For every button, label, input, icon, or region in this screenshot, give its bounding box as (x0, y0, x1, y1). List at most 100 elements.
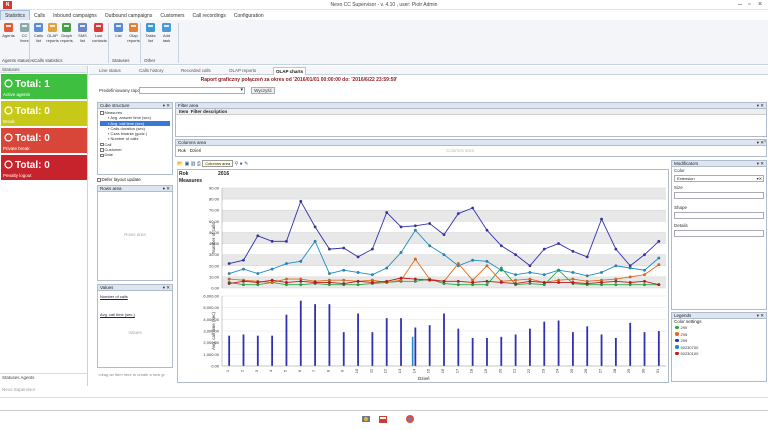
legend-swatch (675, 351, 679, 355)
panel-controls-icon[interactable]: ▾ ✕ (163, 285, 170, 291)
x-tick-label: 30 (641, 368, 646, 373)
data-point (399, 251, 403, 254)
tab-recorded-calls[interactable]: Recorded calls (179, 67, 213, 75)
data-point (356, 279, 360, 283)
details-input[interactable] (674, 230, 764, 237)
status-icon (4, 133, 13, 142)
maximize-icon[interactable]: ▫ (748, 0, 750, 10)
data-point (299, 259, 303, 263)
panel-controls-icon[interactable]: ▾ ✕ (163, 186, 170, 192)
add-task-button[interactable]: Add task (160, 22, 173, 43)
bar (414, 327, 417, 366)
value-field-number-of-calls[interactable]: Number of calls (99, 294, 128, 300)
y-tick-label: 80.00 (209, 197, 220, 202)
close-icon[interactable]: × (758, 0, 762, 10)
defer-layout-checkbox[interactable]: Defer layout update (97, 177, 141, 182)
nav-arrows-icon[interactable]: ‹ › ✕ (763, 134, 768, 145)
agents-button[interactable]: Agents (2, 22, 15, 39)
x-tick-label: 23 (540, 368, 545, 373)
list-button[interactable]: List (112, 22, 125, 39)
tasks-list-button[interactable]: Tasks list (144, 22, 157, 43)
rows-area-panel: Rows area ▾ ✕ Rows area (97, 185, 173, 281)
lost-contacts-button[interactable]: Lost contacts (92, 22, 107, 43)
data-point (614, 247, 618, 251)
x-tick-label: 29 (626, 368, 631, 373)
value-field-avg-call-time[interactable]: Avg. call time (sec.) (99, 312, 135, 318)
data-point (514, 278, 518, 282)
column-field-dzien[interactable]: Dzień (190, 148, 202, 153)
olap-reports-button[interactable]: Olap reports (127, 22, 140, 43)
taskbar-app-icon[interactable] (361, 414, 371, 424)
color-select[interactable]: Extension ▾✕ (674, 175, 764, 182)
data-point (313, 225, 317, 229)
status-tile[interactable]: Total: 1 Active agents (1, 74, 87, 99)
panel-controls-icon[interactable]: ▾ ✕ (757, 103, 764, 109)
graph-reports-button[interactable]: Graph reports (60, 22, 73, 43)
modificators-header: Modificators ▾ ✕ (672, 161, 766, 167)
x-tick-label: 11 (368, 368, 373, 373)
data-point (499, 244, 503, 248)
ribbon-separator (29, 23, 30, 63)
data-point (585, 255, 589, 259)
data-point (270, 278, 274, 282)
data-point (514, 273, 518, 277)
bar (629, 322, 632, 366)
data-point (270, 267, 274, 271)
panel-controls-icon[interactable]: ▾ ✕ (757, 161, 764, 167)
data-point (428, 244, 432, 248)
palette-icon[interactable]: ● (240, 161, 243, 167)
data-point (628, 266, 632, 270)
data-point (600, 217, 603, 221)
data-point (456, 279, 460, 283)
status-tile[interactable]: Total: 0 Private break (1, 128, 87, 153)
calls-list-icon (34, 23, 43, 32)
taskbar-chrome-icon[interactable] (405, 414, 415, 424)
bar (411, 336, 414, 366)
save-icon[interactable]: ▣ (185, 161, 190, 167)
tab-calls-history[interactable]: Calls history (137, 67, 166, 75)
data-point (499, 266, 503, 270)
data-point (628, 281, 632, 284)
menu-statistics[interactable]: Statistics (0, 10, 31, 20)
data-point (528, 264, 532, 268)
calls-list-button[interactable]: Calls list (32, 22, 45, 43)
olap-reports-button[interactable]: OLAP reports (46, 22, 59, 43)
data-point (471, 206, 475, 210)
sms-list-button[interactable]: SMS list (76, 22, 89, 43)
minimize-icon[interactable]: – (738, 0, 742, 10)
size-input[interactable] (674, 192, 764, 199)
brush-icon[interactable]: ✎ (244, 161, 248, 167)
legend-swatch (675, 332, 679, 336)
zoom-icon[interactable]: ⚲ (235, 161, 239, 167)
shape-input[interactable] (674, 212, 764, 219)
legend-item[interactable]: 50230100 (672, 351, 766, 358)
olap-reports-icon (48, 23, 57, 32)
status-tile[interactable]: Total: 0 Penalty logout (1, 155, 87, 180)
data-point (542, 247, 546, 251)
column-field-rok[interactable]: Rok (178, 148, 186, 153)
y-tick-label: 5,000.00 (203, 305, 219, 310)
panel-controls-icon[interactable]: ▾ ✕ (163, 103, 170, 109)
tab-line-status[interactable]: Line status (97, 67, 123, 75)
grid-band (222, 254, 666, 266)
panel-controls-icon[interactable]: ▾ ✕ (757, 313, 764, 319)
taskbar-nexo-icon[interactable] (378, 414, 388, 424)
lost-contacts-icon (94, 23, 103, 32)
data-point (643, 283, 646, 287)
left-bottom-tabs[interactable]: Statuses Agents (0, 373, 88, 381)
data-point (227, 282, 231, 285)
chart-type-icon[interactable]: ▥ (191, 161, 196, 167)
size-label: Size (674, 185, 683, 190)
print-icon[interactable]: ⎙ (197, 161, 201, 167)
bar (285, 314, 288, 366)
tree-group-item[interactable]: Date (100, 152, 170, 157)
tab-olap-reports[interactable]: OLAP reports (227, 67, 258, 75)
data-point (485, 259, 489, 263)
folder-icon[interactable]: 📂 (177, 161, 183, 167)
status-tile[interactable]: Total: 0 Break (1, 101, 87, 126)
tab-olap-charts[interactable]: OLAP charts (273, 67, 307, 75)
data-point (370, 281, 374, 284)
bar (614, 338, 617, 366)
predefined-report-select[interactable]: ▾ (139, 87, 245, 94)
clear-button[interactable]: Wyczyść (251, 87, 275, 94)
